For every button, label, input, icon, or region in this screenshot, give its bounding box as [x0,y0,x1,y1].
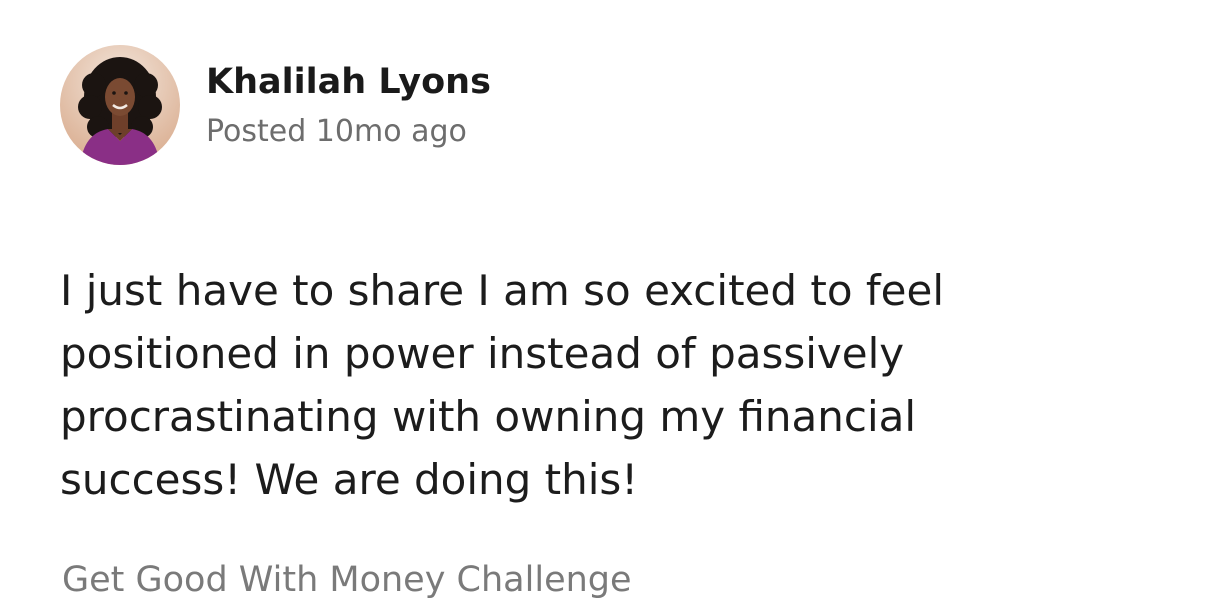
post-body-line: positioned in power instead of passively [60,329,905,378]
author-name[interactable]: Khalilah Lyons [206,62,491,102]
avatar-photo-icon [60,45,180,165]
group-link[interactable]: Get Good With Money Challenge [62,560,632,600]
post-body-line: procrastinating with owning my financial [60,392,917,441]
post-body-line: I just have to share I am so excited to … [60,266,945,315]
post-timestamp: Posted 10mo ago [206,114,467,149]
post-body-line: success! We are doing this! [60,455,639,504]
post-body: I just have to share I am so excited to … [60,259,1080,511]
post-card: Khalilah Lyons Posted 10mo ago I just ha… [0,0,1206,613]
author-avatar[interactable] [60,45,180,165]
